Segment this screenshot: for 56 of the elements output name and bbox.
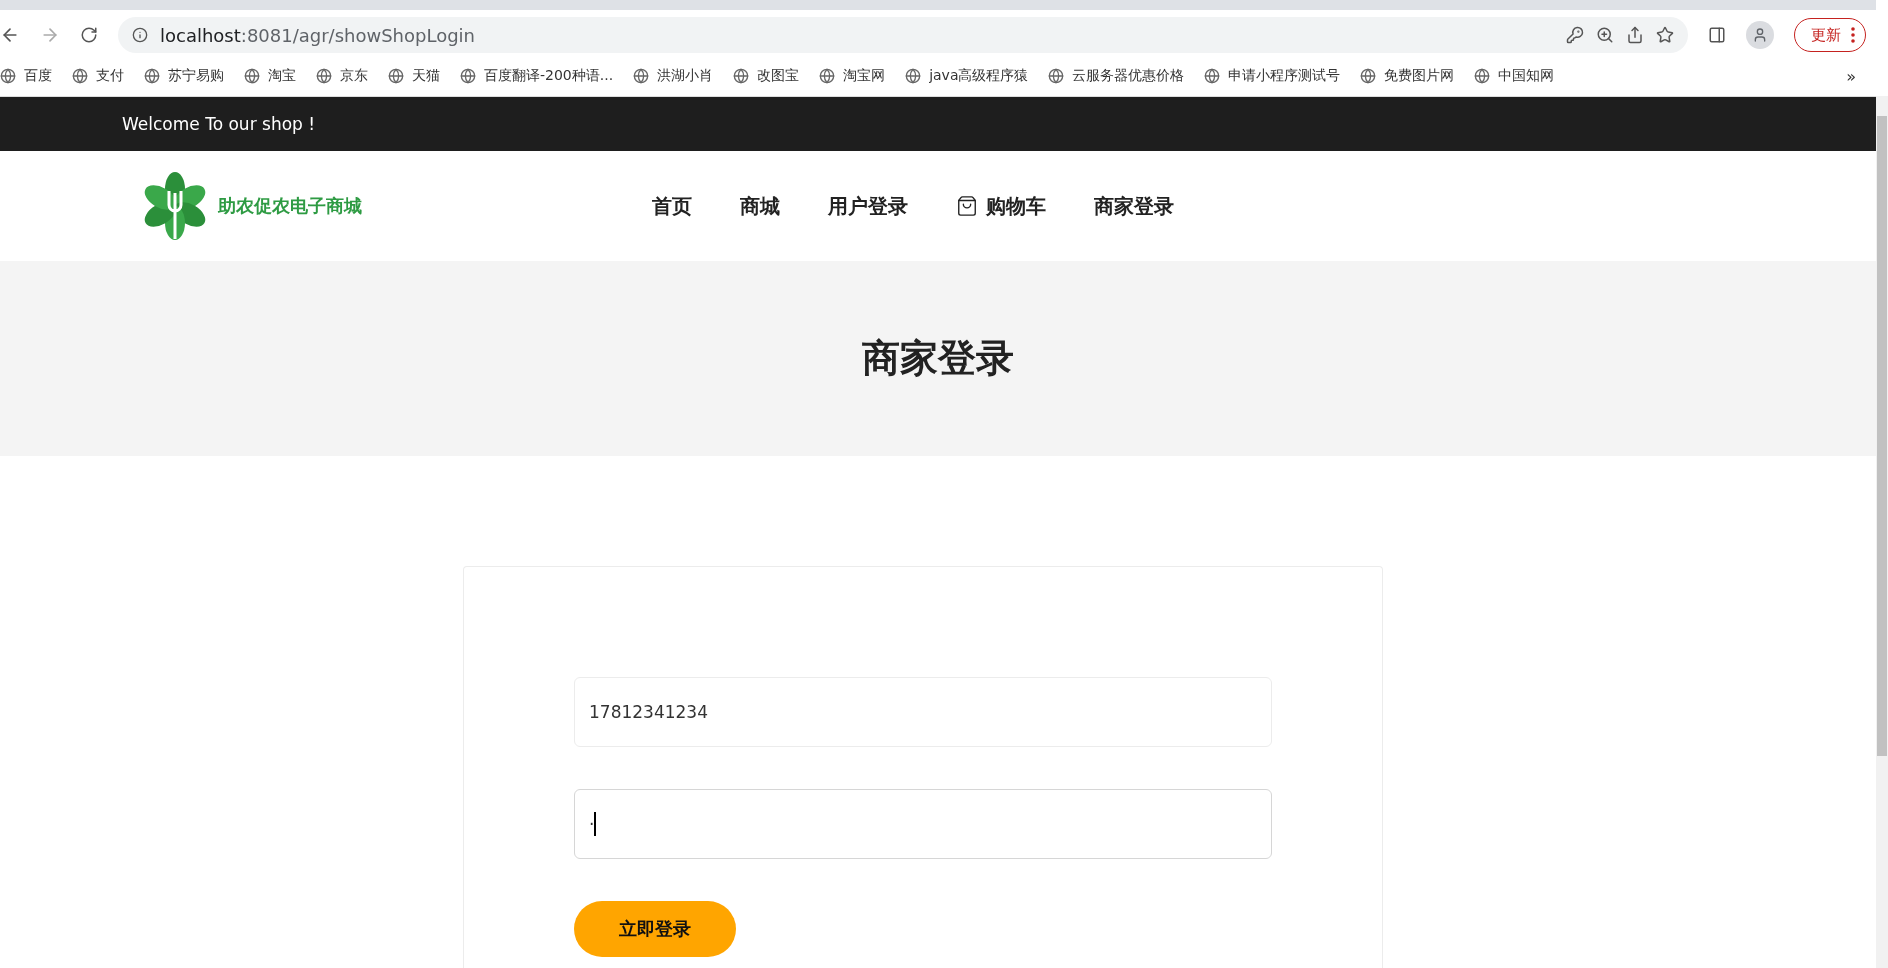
scrollbar[interactable] bbox=[1876, 96, 1888, 968]
bookmark-link[interactable]: 百度 bbox=[0, 67, 52, 85]
update-button[interactable]: 更新 bbox=[1794, 18, 1866, 52]
globe-icon bbox=[316, 68, 332, 84]
nav-link[interactable]: 商城 bbox=[740, 192, 780, 220]
globe-icon bbox=[244, 68, 260, 84]
shopping-bag-icon bbox=[956, 195, 978, 217]
page-title: 商家登录 bbox=[862, 335, 1014, 382]
bookmark-link[interactable]: 淘宝 bbox=[244, 67, 296, 85]
star-icon[interactable] bbox=[1656, 26, 1674, 44]
address-bar[interactable]: localhost:8081/agr/showShopLogin bbox=[118, 17, 1688, 53]
url-text: localhost:8081/agr/showShopLogin bbox=[160, 24, 477, 46]
globe-icon bbox=[144, 68, 160, 84]
globe-icon bbox=[460, 68, 476, 84]
bookmark-link[interactable]: 京东 bbox=[316, 67, 368, 85]
nav-link[interactable]: 用户登录 bbox=[828, 192, 908, 220]
bookmark-link[interactable]: 洪湖小肖 bbox=[633, 67, 714, 85]
bookmark-link[interactable]: java高级程序猿 bbox=[905, 67, 1029, 85]
globe-icon bbox=[1360, 68, 1377, 84]
bookmark-link[interactable]: 苏宁易购 bbox=[144, 67, 224, 85]
zoom-icon[interactable] bbox=[1596, 26, 1614, 44]
nav-link[interactable]: 商家登录 bbox=[1094, 192, 1174, 220]
globe-icon bbox=[733, 68, 750, 84]
globe-icon bbox=[72, 68, 88, 84]
bookmark-link[interactable]: 百度翻译-200种语... bbox=[460, 67, 614, 85]
menu-icon bbox=[1851, 27, 1855, 43]
bookmark-link[interactable]: 中国知网 bbox=[1474, 67, 1555, 85]
bookmark-link[interactable]: 改图宝 bbox=[733, 67, 800, 85]
key-icon[interactable] bbox=[1566, 26, 1584, 44]
nav-link[interactable]: 购物车 bbox=[956, 192, 1046, 220]
globe-icon bbox=[1048, 68, 1065, 84]
bookmark-link[interactable]: 免费图片网 bbox=[1360, 67, 1455, 85]
login-button[interactable]: 立即登录 bbox=[574, 901, 736, 957]
globe-icon bbox=[0, 68, 16, 84]
bookmark-link[interactable]: 云服务器优惠价格 bbox=[1048, 67, 1185, 85]
globe-icon bbox=[1474, 68, 1491, 84]
globe-icon bbox=[1204, 68, 1221, 84]
bookmark-link[interactable]: 支付 bbox=[72, 67, 124, 85]
globe-icon bbox=[819, 68, 836, 84]
reload-icon[interactable] bbox=[80, 26, 98, 44]
nav-link[interactable]: 首页 bbox=[652, 192, 692, 220]
globe-icon bbox=[388, 68, 404, 84]
globe-icon bbox=[905, 68, 922, 84]
welcome-text: Welcome To our shop ! bbox=[122, 114, 316, 134]
bookmark-link[interactable]: 申请小程序测试号 bbox=[1204, 67, 1341, 85]
more-bookmarks-button[interactable]: » bbox=[1846, 66, 1856, 86]
globe-icon bbox=[633, 68, 650, 84]
bookmark-link[interactable]: 淘宝网 bbox=[819, 67, 886, 85]
side-panel-icon[interactable] bbox=[1708, 26, 1726, 44]
info-icon bbox=[132, 27, 148, 43]
profile-icon[interactable] bbox=[1746, 21, 1774, 49]
input-field[interactable]: 17812341234 bbox=[574, 677, 1272, 747]
input-field[interactable]: · bbox=[574, 789, 1272, 859]
logo-text: 助农促农电子商城 bbox=[218, 194, 362, 218]
bookmark-link[interactable]: 天猫 bbox=[388, 67, 440, 85]
share-icon[interactable] bbox=[1626, 26, 1644, 44]
